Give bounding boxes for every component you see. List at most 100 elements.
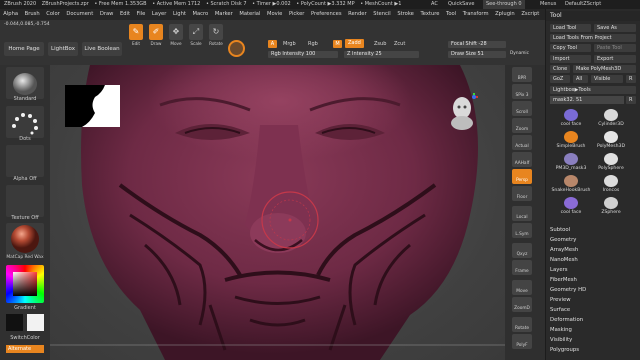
quicksave-button[interactable]: QuickSave	[448, 0, 474, 9]
switchcolor-button[interactable]: SwitchColor	[0, 335, 50, 341]
material-thumbnail[interactable]	[6, 223, 44, 255]
subpalette-item[interactable]: Geometry HD	[550, 285, 640, 295]
clone-button[interactable]: Clone	[550, 65, 570, 73]
subpalette-item[interactable]: Polygroups	[550, 345, 640, 355]
focal-shift-slider[interactable]: Focal Shift -28	[448, 41, 506, 48]
tool-button-move[interactable]: ✥ Move	[168, 24, 184, 50]
material-sphere-icon[interactable]	[228, 40, 245, 57]
right-shelf-button[interactable]: Rotate	[512, 317, 532, 332]
tool-button-scale[interactable]: ⤢ Scale	[188, 24, 204, 50]
right-shelf-button[interactable]: Zoom	[512, 118, 532, 133]
lightbox-tools-button[interactable]: Lightbox▶Tools	[550, 86, 636, 94]
tool-thumbnail-icon[interactable]	[604, 131, 618, 143]
menu-item[interactable]: Stroke	[394, 9, 417, 20]
subpalette-item[interactable]: Subtool	[550, 225, 640, 235]
a-toggle[interactable]: A	[268, 40, 277, 48]
menu-item[interactable]: File	[133, 9, 148, 20]
subpalette-item[interactable]: Geometry	[550, 235, 640, 245]
r-button-2[interactable]: R	[626, 96, 636, 104]
menus-toggle[interactable]: Menus	[540, 0, 556, 9]
z-intensity-slider[interactable]: Z Intensity 25	[344, 51, 419, 58]
tool-thumbnail-icon[interactable]	[604, 197, 618, 209]
ac-button[interactable]: AC	[431, 0, 438, 9]
canvas-viewport[interactable]	[50, 65, 505, 360]
subpalette-item[interactable]: Preview	[550, 295, 640, 305]
live-boolean-button[interactable]: Live Boolean	[82, 42, 122, 56]
tool-thumbnail-icon[interactable]	[604, 175, 618, 187]
right-shelf-button[interactable]: L.Sym	[512, 223, 532, 238]
menu-item[interactable]: Layer	[149, 9, 170, 20]
texture-thumbnail[interactable]	[6, 185, 44, 217]
tool-thumbnail-icon[interactable]	[564, 109, 578, 121]
paste-tool-button[interactable]: Paste Tool	[594, 44, 636, 52]
right-shelf-button[interactable]: Persp	[512, 169, 532, 184]
load-tools-from-project-button[interactable]: Load Tools From Project	[550, 34, 636, 42]
zcut-button[interactable]: Zcut	[394, 41, 405, 47]
menu-item[interactable]: Preferences	[308, 9, 345, 20]
current-tool-field[interactable]: mask32. 51	[550, 96, 624, 104]
brush-thumbnail[interactable]	[6, 67, 44, 99]
tool-thumbnail-icon[interactable]	[604, 153, 618, 165]
menu-item[interactable]: Picker	[286, 9, 308, 20]
all-button[interactable]: All	[573, 75, 588, 83]
subpalette-item[interactable]: FiberMesh	[550, 275, 640, 285]
make-polymesh3d-button[interactable]: Make PolyMesh3D	[573, 65, 636, 73]
menu-item[interactable]: Material	[236, 9, 264, 20]
lightbox-button[interactable]: LightBox	[48, 42, 78, 56]
menu-item[interactable]: Transform	[459, 9, 491, 20]
right-shelf-button[interactable]: Local	[512, 206, 532, 221]
zadd-button[interactable]: Zadd	[345, 39, 364, 48]
rgb-button[interactable]: Rgb	[308, 41, 318, 47]
tool-button-rotate[interactable]: ↻ Rotate	[208, 24, 224, 50]
rgb-intensity-slider[interactable]: Rgb Intensity 100	[268, 51, 338, 58]
right-shelf-button[interactable]: Floor	[512, 186, 532, 201]
alternate-button[interactable]: Alternate	[6, 345, 44, 353]
tool-button-draw[interactable]: ✐ Draw	[148, 24, 164, 50]
menu-item[interactable]: Alpha	[0, 9, 21, 20]
menu-item[interactable]: Macro	[189, 9, 211, 20]
menu-item[interactable]: Marker	[212, 9, 237, 20]
zsub-button[interactable]: Zsub	[374, 41, 386, 47]
tool-thumbnail-icon[interactable]	[564, 175, 578, 187]
right-shelf-button[interactable]: Move	[512, 280, 532, 295]
tool-thumbnail-icon[interactable]	[564, 153, 578, 165]
menu-item[interactable]: Stencil	[370, 9, 394, 20]
main-color-swatch[interactable]	[6, 314, 23, 331]
menu-item[interactable]: Color	[43, 9, 63, 20]
right-shelf-button[interactable]: Qxyz	[512, 243, 532, 258]
subpalette-item[interactable]: Visibility	[550, 335, 640, 345]
right-shelf-button[interactable]: AAHalf	[512, 152, 532, 167]
menu-item[interactable]: Light	[170, 9, 190, 20]
home-page-button[interactable]: Home Page	[4, 42, 44, 56]
export-button[interactable]: Export	[594, 55, 636, 63]
menu-item[interactable]: Tool	[443, 9, 460, 20]
menu-item[interactable]: Draw	[97, 9, 117, 20]
right-shelf-button[interactable]: ZoomD	[512, 297, 532, 312]
menu-item[interactable]: Zplugin	[492, 9, 518, 20]
save-as-button[interactable]: Save As	[594, 24, 636, 32]
subpalette-item[interactable]: ArrayMesh	[550, 245, 640, 255]
subpalette-item[interactable]: Masking	[550, 325, 640, 335]
tool-thumbnail-icon[interactable]	[604, 109, 618, 121]
right-shelf-button[interactable]: Frame	[512, 260, 532, 275]
menu-item[interactable]: Movie	[264, 9, 286, 20]
r-button[interactable]: R	[626, 75, 636, 83]
alpha-thumbnail[interactable]	[6, 145, 44, 177]
visible-button[interactable]: Visible	[591, 75, 623, 83]
navigation-gizmo[interactable]	[448, 91, 479, 133]
import-button[interactable]: Import	[550, 55, 591, 63]
menu-item[interactable]: Texture	[417, 9, 443, 20]
tool-button-edit[interactable]: ✎ Edit	[128, 24, 144, 50]
subpalette-item[interactable]: Deformation	[550, 315, 640, 325]
default-zscript-button[interactable]: DefaultZScript	[565, 0, 601, 9]
color-picker[interactable]	[6, 265, 44, 303]
menu-item[interactable]: Zscript	[518, 9, 543, 20]
secondary-color-swatch[interactable]	[27, 314, 44, 331]
mrgb-button[interactable]: Mrgb	[283, 41, 296, 47]
right-shelf-button[interactable]: BPR	[512, 67, 532, 82]
m-toggle[interactable]: M	[333, 40, 342, 48]
load-tool-button[interactable]: Load Tool	[550, 24, 591, 32]
menu-item[interactable]: Document	[63, 9, 96, 20]
subpalette-item[interactable]: NanoMesh	[550, 255, 640, 265]
stroke-thumbnail[interactable]	[6, 106, 44, 138]
